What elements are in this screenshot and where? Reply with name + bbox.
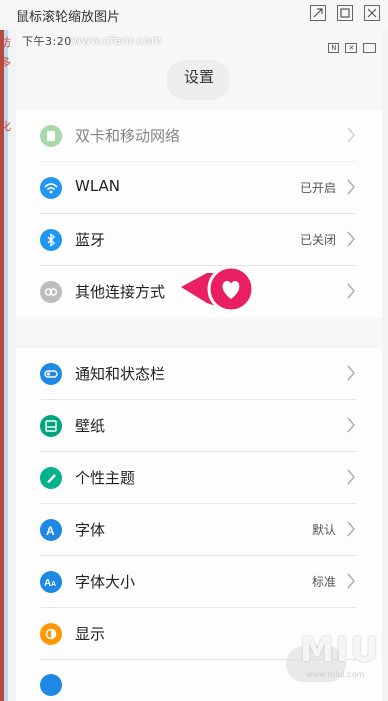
- strip-text: !: [0, 154, 5, 167]
- strip-text: 多: [0, 56, 11, 69]
- item-label: 蓝牙: [75, 231, 106, 249]
- strip-text: 访: [0, 36, 11, 49]
- chevron-right-icon: [347, 283, 355, 299]
- miui-site: www.miui.com: [306, 670, 365, 679]
- popout-icon[interactable]: [310, 5, 326, 21]
- status-bar: 下午3:20 www.cfanr.com N ✕: [16, 30, 382, 53]
- partial-icon: [40, 674, 62, 696]
- item-label: 双卡和移动网络: [75, 127, 181, 145]
- settings-item-bluetooth[interactable]: 蓝牙 已关闭: [16, 214, 382, 266]
- display-icon: [40, 623, 62, 645]
- font-size-icon: AA: [40, 571, 62, 593]
- page-title: 设置: [183, 68, 214, 86]
- settings-item-font[interactable]: A 字体 默认: [16, 504, 382, 556]
- item-label: 显示: [75, 625, 106, 643]
- sim-icon: [40, 125, 62, 147]
- item-label: 通知和状态栏: [75, 365, 166, 383]
- notification-icon: [40, 363, 62, 385]
- viewer-title: 鼠标滚轮缩放图片: [16, 10, 121, 25]
- item-label: 壁纸: [75, 417, 106, 435]
- chevron-right-icon: [347, 231, 355, 247]
- link-icon: [40, 281, 62, 303]
- item-label: WLAN: [75, 177, 121, 195]
- wifi-icon: [40, 177, 62, 199]
- chevron-right-icon: [347, 365, 355, 381]
- item-value: 已开启: [299, 181, 336, 195]
- settings-item-themes[interactable]: 个性主题: [16, 452, 382, 504]
- chevron-right-icon: [347, 179, 355, 195]
- miui-logo: MIUI: [300, 630, 382, 670]
- chevron-right-icon: [347, 573, 355, 589]
- svg-text:A: A: [46, 524, 55, 538]
- status-time: 下午3:20: [22, 35, 72, 48]
- item-label: 字体: [75, 521, 106, 539]
- item-label: 字体大小: [75, 573, 136, 591]
- item-value: 标准: [311, 575, 336, 589]
- strip-text: 化: [0, 120, 11, 133]
- item-value: 已关闭: [299, 233, 336, 247]
- restore-icon[interactable]: [337, 5, 353, 21]
- chevron-right-icon: [347, 417, 355, 433]
- wallpaper-icon: [40, 415, 62, 437]
- image-viewer-titlebar: 鼠标滚轮缩放图片: [0, 0, 388, 30]
- page-header: 设置: [16, 52, 382, 112]
- svg-text:A: A: [51, 581, 56, 588]
- theme-icon: [40, 467, 62, 489]
- chevron-right-icon: [347, 521, 355, 537]
- settings-item-font-size[interactable]: AA 字体大小 标准: [16, 556, 382, 608]
- settings-item-notifications[interactable]: 通知和状态栏: [16, 348, 382, 400]
- settings-item-wallpaper[interactable]: 壁纸: [16, 400, 382, 452]
- item-value: 默认: [311, 523, 336, 537]
- miui-watermark: MIUI www.miui.com: [286, 630, 382, 690]
- settings-item-wlan[interactable]: WLAN 已开启: [16, 162, 382, 214]
- chevron-right-icon: [347, 127, 355, 143]
- close-icon[interactable]: [364, 5, 380, 21]
- item-label: 其他连接方式: [75, 283, 166, 301]
- settings-item-sim[interactable]: 双卡和移动网络: [16, 110, 382, 162]
- font-icon: A: [40, 519, 62, 541]
- heart-pointer-annotation: [181, 265, 255, 313]
- item-label: 个性主题: [75, 469, 136, 487]
- phone-screenshot: 下午3:20 www.cfanr.com N ✕ 设置 双卡和移动网络 WLAN …: [16, 30, 382, 701]
- bluetooth-icon: [40, 229, 62, 251]
- background-window-strip: 访 多 化 !: [0, 30, 11, 701]
- url-watermark: www.cfanr.com: [72, 34, 163, 47]
- chevron-right-icon: [347, 469, 355, 485]
